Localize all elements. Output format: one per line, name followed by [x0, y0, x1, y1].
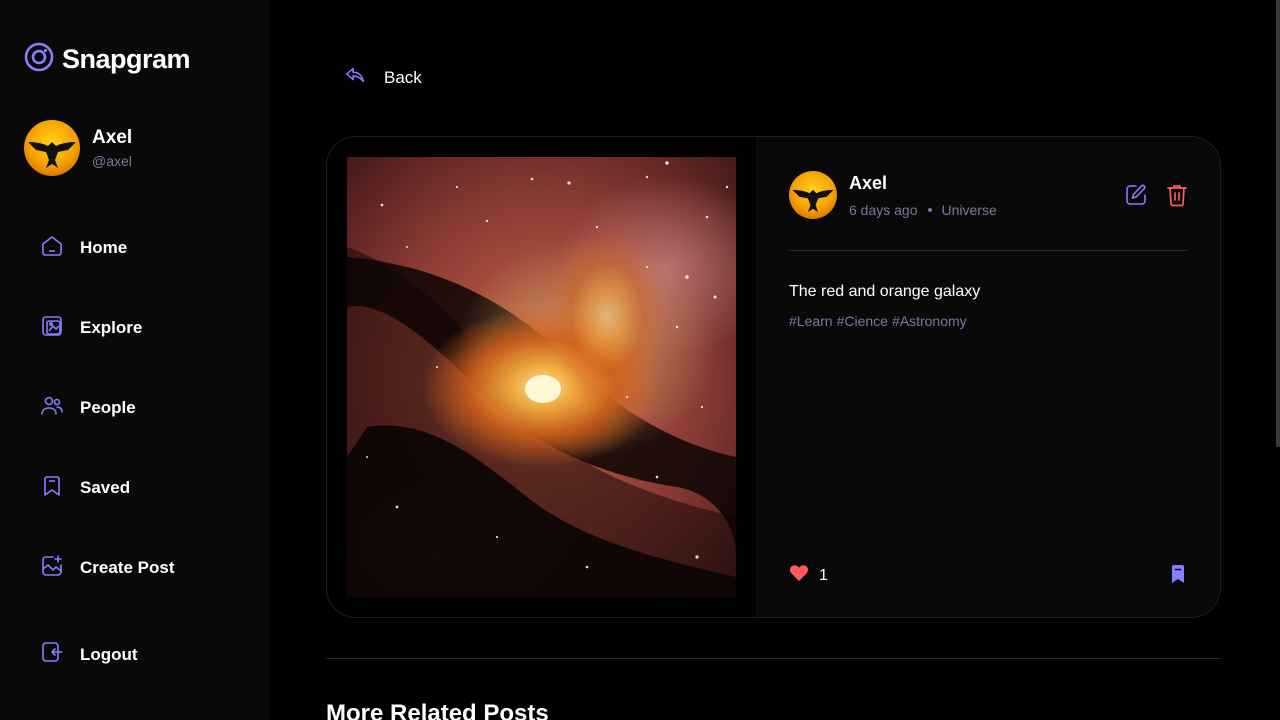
- sidebar-item-label: Saved: [80, 478, 131, 497]
- sidebar-item-explore[interactable]: Explore: [24, 288, 246, 368]
- sidebar: Snapgram Axel @axel Home Explore People …: [0, 0, 270, 720]
- meta-separator: [927, 207, 932, 212]
- logout-button[interactable]: Logout: [40, 640, 138, 669]
- author-name: Axel: [849, 172, 888, 193]
- sidebar-item-people[interactable]: People: [24, 368, 246, 448]
- sidebar-item-create-post[interactable]: Create Post: [24, 528, 246, 608]
- avatar: [24, 120, 80, 176]
- home-icon: [40, 234, 64, 263]
- related-posts-heading: More Related Posts: [326, 700, 549, 720]
- post-tag[interactable]: #Cience: [837, 313, 888, 329]
- post-location: Universe: [941, 201, 997, 218]
- post-tags: #Learn #Cience #Astronomy: [789, 313, 967, 329]
- post-caption: The red and orange galaxy: [789, 283, 981, 300]
- sidebar-item-label: Explore: [80, 318, 143, 337]
- people-icon: [40, 394, 64, 423]
- app-name: Snapgram: [62, 44, 191, 74]
- post-card: Axel 6 days ago Universe The red and ora…: [326, 136, 1221, 618]
- heart-icon: [789, 564, 809, 587]
- logout-icon: [40, 640, 64, 669]
- sidebar-item-label: People: [80, 398, 136, 417]
- post-author[interactable]: Axel 6 days ago Universe: [789, 171, 997, 219]
- section-divider: [326, 658, 1221, 659]
- app: Snapgram Axel @axel Home Explore People …: [0, 0, 1280, 720]
- profile-name: Axel: [92, 127, 133, 148]
- sidebar-nav: Home Explore People Saved Create Post: [24, 208, 246, 608]
- app-logo[interactable]: Snapgram: [24, 42, 191, 77]
- post-meta: 6 days ago Universe: [849, 202, 997, 218]
- sidebar-item-label: Home: [80, 238, 128, 257]
- logout-label: Logout: [80, 644, 138, 664]
- delete-post-button[interactable]: [1166, 183, 1188, 212]
- sidebar-item-label: Create Post: [80, 558, 175, 577]
- trash-icon: [1166, 185, 1188, 211]
- like-button[interactable]: 1: [789, 564, 828, 587]
- post-time: 6 days ago: [849, 201, 918, 218]
- post-tag[interactable]: #Learn: [789, 313, 833, 329]
- saved-icon: [40, 474, 64, 503]
- back-arrow-icon: [344, 64, 366, 91]
- create-post-icon: [40, 554, 64, 583]
- save-button[interactable]: [1168, 564, 1188, 589]
- post-actions: [1124, 183, 1188, 212]
- page-scrollbar[interactable]: [1276, 0, 1280, 447]
- profile-handle: @axel: [92, 153, 132, 169]
- bookmark-filled-icon: [1168, 565, 1188, 588]
- post-image[interactable]: [327, 157, 777, 617]
- sidebar-item-saved[interactable]: Saved: [24, 448, 246, 528]
- sidebar-item-home[interactable]: Home: [24, 208, 246, 288]
- author-avatar: [789, 171, 837, 219]
- like-count: 1: [819, 566, 828, 584]
- back-button[interactable]: Back: [344, 64, 422, 91]
- explore-icon: [40, 314, 64, 343]
- post-tag[interactable]: #Astronomy: [892, 313, 967, 329]
- user-profile[interactable]: Axel @axel: [24, 120, 132, 176]
- back-label: Back: [384, 67, 422, 87]
- details-divider: [789, 250, 1188, 251]
- edit-post-button[interactable]: [1124, 183, 1148, 212]
- camera-logo-icon: [24, 42, 54, 77]
- edit-icon: [1124, 184, 1148, 211]
